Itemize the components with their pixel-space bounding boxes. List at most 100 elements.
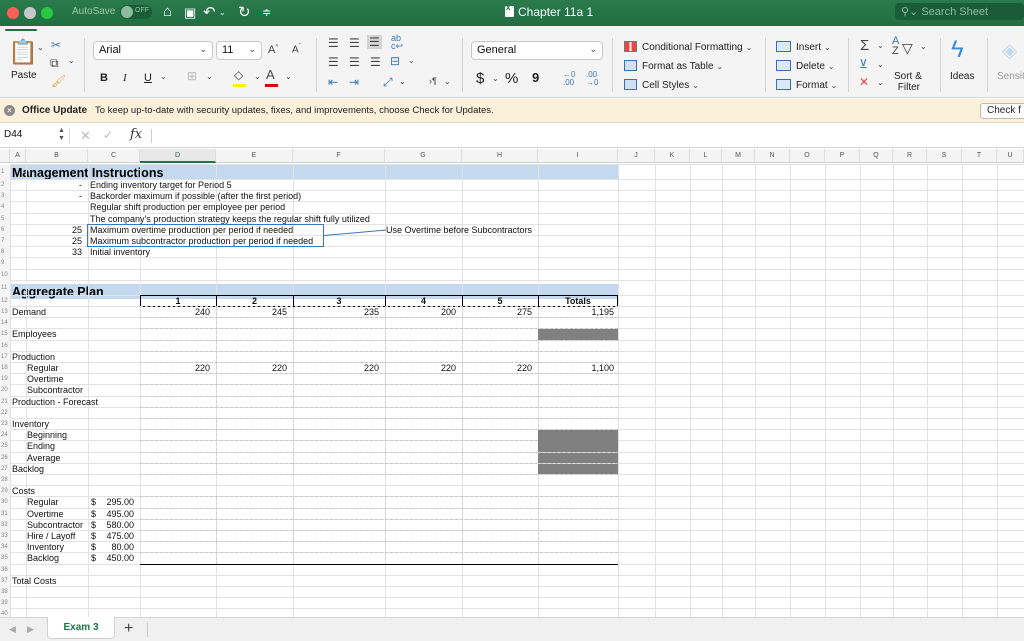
row-header-19[interactable]: 19 (0, 374, 10, 386)
regular-production-value[interactable]: 220 (462, 363, 532, 374)
row-header-16[interactable]: 16 (0, 340, 10, 352)
label-subcontractor[interactable]: Subcontractor (27, 385, 83, 396)
comma-style-button[interactable]: 9 (532, 70, 539, 85)
row-header-25[interactable]: 25 (0, 441, 10, 453)
column-header-r[interactable]: R (893, 149, 927, 163)
cost-amount[interactable]: 295.00 (100, 497, 134, 508)
label-total-costs[interactable]: Total Costs (12, 576, 57, 587)
row-header-18[interactable]: 18 (0, 363, 10, 375)
row-header-11[interactable]: 11 (0, 280, 10, 296)
currency-dropdown-icon[interactable]: ⌄ (492, 74, 499, 83)
row-header-2[interactable]: 2 (0, 180, 10, 192)
row-header-31[interactable]: 31 (0, 508, 10, 520)
select-all-corner[interactable] (0, 149, 10, 163)
cost-label[interactable]: Overtime (27, 509, 64, 520)
label-average[interactable]: Average (27, 453, 60, 464)
cost-currency[interactable]: $ (91, 531, 96, 542)
name-box[interactable]: D44 (4, 129, 22, 140)
merge-dropdown-icon[interactable]: ⌄ (408, 56, 415, 65)
row-header-34[interactable]: 34 (0, 542, 10, 554)
column-header-t[interactable]: T (962, 149, 997, 163)
cost-label[interactable]: Regular (27, 497, 59, 508)
label-regular[interactable]: Regular (27, 363, 59, 374)
row-header-17[interactable]: 17 (0, 351, 10, 363)
undo-dropdown-icon[interactable]: ⌄ (219, 8, 226, 17)
instruction-value[interactable]: 25 (28, 236, 82, 247)
row-header-38[interactable]: 38 (0, 587, 10, 599)
column-header-m[interactable]: M (722, 149, 755, 163)
row-header-32[interactable]: 32 (0, 519, 10, 531)
cost-currency[interactable]: $ (91, 520, 96, 531)
filter-funnel-icon[interactable]: ▽ (902, 40, 913, 57)
sheet-tab-exam-3[interactable]: Exam 3 (47, 617, 115, 639)
cost-amount[interactable]: 80.00 (100, 542, 134, 553)
orientation-icon[interactable]: ⤢ (383, 75, 393, 90)
column-header-l[interactable]: L (690, 149, 722, 163)
instruction-value[interactable]: - (28, 180, 82, 191)
row-header-37[interactable]: 37 (0, 575, 10, 587)
demand-value[interactable]: 235 (293, 307, 379, 318)
column-header-h[interactable]: H (462, 149, 538, 163)
italic-button[interactable]: I (123, 72, 127, 84)
row-header-14[interactable]: 14 (0, 318, 10, 330)
row-header-29[interactable]: 29 (0, 486, 10, 498)
row-header-9[interactable]: 9 (0, 258, 10, 270)
regular-production-value[interactable]: 220 (293, 363, 379, 374)
column-header-k[interactable]: K (655, 149, 690, 163)
instruction-value[interactable]: - (28, 191, 82, 202)
label-ending[interactable]: Ending (27, 441, 55, 452)
decrease-indent-icon[interactable]: ⇤ (328, 75, 338, 89)
instruction-text[interactable]: Ending inventory target for Period 5 (90, 180, 232, 191)
worksheet-grid[interactable]: Management Instructions Aggregate Plan 1… (0, 164, 1024, 617)
conditional-formatting-button[interactable]: Conditional Formatting ⌄ (624, 41, 752, 53)
demand-value[interactable]: 245 (216, 307, 287, 318)
cost-amount[interactable]: 495.00 (100, 509, 134, 520)
align-left-icon[interactable]: ☰ (328, 55, 339, 69)
align-bottom-icon[interactable]: ☰ (367, 35, 382, 49)
column-header-c[interactable]: C (88, 149, 140, 163)
column-header-i[interactable]: I (538, 149, 618, 163)
sensitivity-icon[interactable]: ◈ (1002, 38, 1017, 63)
row-header-7[interactable]: 7 (0, 236, 10, 248)
paste-icon[interactable]: 📋 (8, 38, 38, 67)
cost-currency[interactable]: $ (91, 509, 96, 520)
sort-filter-dropdown-icon[interactable]: ⌄ (920, 42, 927, 51)
autosum-dropdown-icon[interactable]: ⌄ (877, 41, 884, 50)
close-window-button[interactable] (7, 7, 19, 19)
insert-function-icon[interactable]: fx (130, 127, 142, 142)
label-employees[interactable]: Employees (12, 329, 57, 340)
merge-center-icon[interactable]: ⊟ (390, 54, 400, 68)
text-direction-icon[interactable]: ›¶ (429, 76, 437, 86)
column-header-u[interactable]: U (997, 149, 1024, 163)
cut-icon[interactable]: ✂ (51, 38, 61, 52)
fill-icon[interactable]: ⊻ (859, 57, 868, 71)
column-header-b[interactable]: B (26, 149, 88, 163)
borders-icon[interactable]: ⊞ (187, 69, 197, 83)
font-color-icon[interactable]: A (266, 67, 275, 82)
instruction-text[interactable]: Regular shift production per employee pe… (90, 202, 285, 213)
minimize-window-button[interactable] (24, 7, 36, 19)
column-header-d[interactable]: D (140, 149, 216, 163)
column-header-o[interactable]: O (790, 149, 825, 163)
column-header-j[interactable]: J (618, 149, 655, 163)
fill-dropdown-icon[interactable]: ⌄ (877, 60, 884, 69)
cost-label[interactable]: Subcontractor (27, 520, 83, 531)
next-sheet-icon[interactable]: ▶ (27, 624, 34, 635)
format-as-table-button[interactable]: Format as Table ⌄ (624, 60, 723, 72)
insert-cells-button[interactable]: Insert ⌄ (776, 41, 831, 53)
instruction-value[interactable]: 33 (28, 247, 82, 258)
demand-value[interactable]: 200 (385, 307, 456, 318)
instruction-text[interactable]: Initial inventory (90, 247, 150, 258)
regular-production-value[interactable]: 220 (385, 363, 456, 374)
previous-sheet-icon[interactable]: ◀ (9, 624, 16, 635)
align-top-icon[interactable]: ☰ (328, 36, 339, 50)
column-header-q[interactable]: Q (860, 149, 893, 163)
cost-currency[interactable]: $ (91, 553, 96, 564)
bold-button[interactable]: B (100, 72, 108, 84)
label-backlog[interactable]: Backlog (12, 464, 44, 475)
customize-toolbar-icon[interactable]: ≑ (262, 6, 271, 19)
align-middle-icon[interactable]: ☰ (349, 36, 360, 50)
row-header-6[interactable]: 6 (0, 224, 10, 236)
underline-button[interactable]: U (144, 72, 152, 84)
clear-icon[interactable]: ✕ (859, 75, 869, 89)
